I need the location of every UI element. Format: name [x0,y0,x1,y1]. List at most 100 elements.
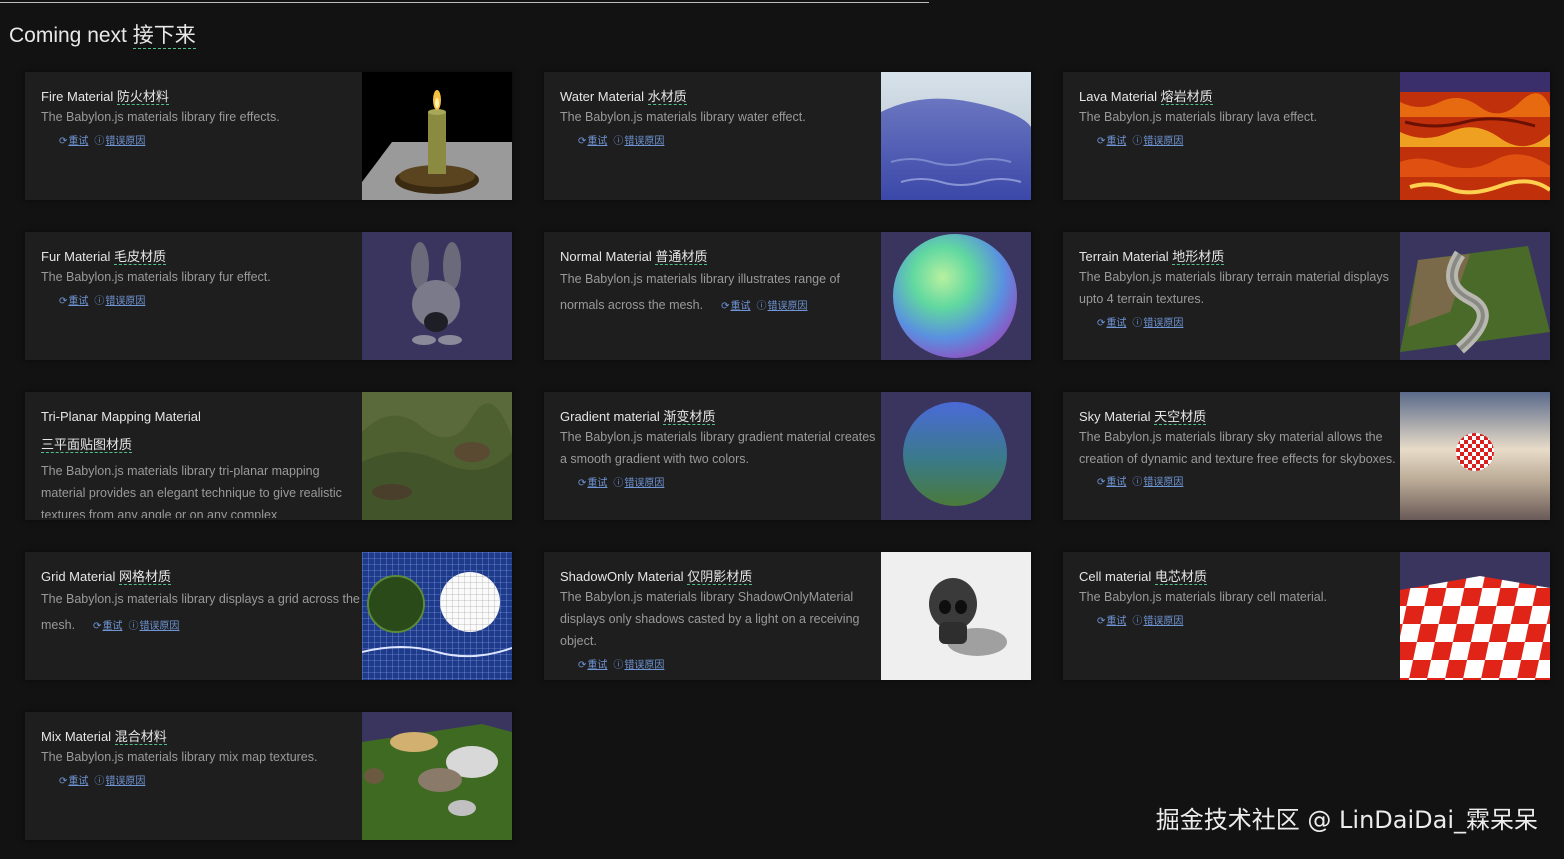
retry-link[interactable]: ⟳重试 [59,776,88,787]
card-title: Fur Material 毛皮材质 [41,248,361,266]
card-text: Tri-Planar Mapping Material 三平面贴图材质 The B… [41,408,361,518]
retry-link[interactable]: ⟳重试 [578,478,607,489]
info-icon: ⓘ [1132,136,1143,147]
card-fire-material[interactable]: Fire Material 防火材料 The Babylon.js materi… [25,72,512,200]
info-icon: ⓘ [94,296,105,307]
retry-link[interactable]: ⟳重试 [1097,136,1126,147]
card-actions: ⟳重试 ⓘ错误原因 [721,294,813,320]
error-reason-link[interactable]: ⓘ错误原因 [613,478,664,489]
refresh-icon: ⟳ [578,660,587,671]
card-description: The Babylon.js materials library fur eff… [41,266,361,313]
card-title: Terrain Material 地形材质 [1079,248,1399,266]
error-reason-link[interactable]: ⓘ错误原因 [613,660,664,671]
card-normal-material[interactable]: Normal Material 普通材质 The Babylon.js mate… [544,232,1031,360]
card-triplanar-material[interactable]: Tri-Planar Mapping Material 三平面贴图材质 The B… [25,392,512,520]
refresh-icon: ⟳ [93,621,102,632]
refresh-icon: ⟳ [59,776,68,787]
error-reason-label: 错误原因 [139,621,180,632]
skull-shadow-thumbnail [881,552,1031,680]
card-title: Lava Material 熔岩材质 [1079,88,1399,106]
info-icon: ⓘ [128,621,139,632]
info-icon: ⓘ [613,660,624,671]
card-text: Grid Material 网格材质 The Babylon.js materi… [41,568,361,678]
refresh-icon: ⟳ [578,478,587,489]
card-title-zh: 渐变材质 [663,409,716,425]
retry-link[interactable]: ⟳重试 [721,301,750,312]
card-description: The Babylon.js materials library terrain… [1079,266,1399,335]
retry-link[interactable]: ⟳重试 [578,660,607,671]
card-title: Mix Material 混合材料 [41,728,361,746]
retry-label: 重试 [587,660,608,671]
card-title-zh: 仅阴影材质 [687,569,753,585]
error-reason-label: 错误原因 [1143,136,1184,147]
card-description-text: The Babylon.js materials library fur eff… [41,270,271,284]
error-reason-link[interactable]: ⓘ错误原因 [1132,136,1183,147]
error-reason-link[interactable]: ⓘ错误原因 [128,621,179,632]
card-title-zh: 网格材质 [119,569,172,585]
card-title-en: Tri-Planar Mapping Material [41,409,201,424]
card-actions: ⟳重试 ⓘ错误原因 [578,473,880,495]
retry-label: 重试 [1106,136,1127,147]
card-title-en: Sky Material [1079,409,1151,424]
card-description-text: The Babylon.js materials library lava ef… [1079,110,1318,124]
card-title-en: Grid Material [41,569,116,584]
card-title-zh: 三平面贴图材质 [41,437,133,453]
water-thumbnail [881,72,1031,200]
card-title-en: Water Material [560,89,645,104]
card-text: Fur Material 毛皮材质 The Babylon.js materia… [41,248,361,358]
card-description: The Babylon.js materials library display… [41,586,361,640]
error-reason-link[interactable]: ⓘ错误原因 [1132,318,1183,329]
retry-link[interactable]: ⟳重试 [1097,616,1126,627]
card-grid-material[interactable]: Grid Material 网格材质 The Babylon.js materi… [25,552,512,680]
card-title-zh: 天空材质 [1154,409,1207,425]
error-reason-link[interactable]: ⓘ错误原因 [1132,477,1183,488]
card-title-zh: 混合材料 [114,729,167,745]
error-reason-link[interactable]: ⓘ错误原因 [94,776,145,787]
retry-link[interactable]: ⟳重试 [578,136,607,147]
error-reason-label: 错误原因 [105,136,146,147]
card-mix-material[interactable]: Mix Material 混合材料 The Babylon.js materia… [25,712,512,840]
card-text: Water Material 水材质 The Babylon.js materi… [560,88,880,198]
card-title-zh: 电芯材质 [1154,569,1207,585]
error-reason-label: 错误原因 [624,478,665,489]
card-title-en: Cell material [1079,569,1152,584]
card-description-text: The Babylon.js materials library ShadowO… [560,590,860,648]
refresh-icon: ⟳ [578,136,587,147]
error-reason-link[interactable]: ⓘ错误原因 [1132,616,1183,627]
card-description-text: The Babylon.js materials library sky mat… [1079,430,1396,466]
retry-label: 重试 [68,296,89,307]
refresh-icon: ⟳ [1097,616,1106,627]
card-lava-material[interactable]: Lava Material 熔岩材质 The Babylon.js materi… [1063,72,1550,200]
retry-link[interactable]: ⟳重试 [59,136,88,147]
card-actions: ⟳重试 ⓘ错误原因 [59,131,361,153]
card-text: ShadowOnly Material 仅阴影材质 The Babylon.js… [560,568,880,678]
card-gradient-material[interactable]: Gradient material 渐变材质 The Babylon.js ma… [544,392,1031,520]
card-title: Water Material 水材质 [560,88,880,106]
card-title-en: Fur Material [41,249,111,264]
retry-link[interactable]: ⟳重试 [1097,477,1126,488]
error-reason-link[interactable]: ⓘ错误原因 [94,136,145,147]
retry-link[interactable]: ⟳重试 [93,621,122,632]
card-water-material[interactable]: Water Material 水材质 The Babylon.js materi… [544,72,1031,200]
info-icon: ⓘ [613,478,624,489]
watermark: 掘金技术社区 @ LinDaiDai_霖呆呆 [1155,806,1538,834]
card-fur-material[interactable]: Fur Material 毛皮材质 The Babylon.js materia… [25,232,512,360]
card-text: Terrain Material 地形材质 The Babylon.js mat… [1079,248,1399,358]
card-title-en: Normal Material [560,249,652,264]
card-actions: ⟳重试 ⓘ错误原因 [1097,131,1399,153]
card-text: Fire Material 防火材料 The Babylon.js materi… [41,88,361,198]
error-reason-link[interactable]: ⓘ错误原因 [613,136,664,147]
error-reason-link[interactable]: ⓘ错误原因 [94,296,145,307]
error-reason-label: 错误原因 [105,296,146,307]
error-reason-label: 错误原因 [105,776,146,787]
card-sky-material[interactable]: Sky Material 天空材质 The Babylon.js materia… [1063,392,1550,520]
card-terrain-material[interactable]: Terrain Material 地形材质 The Babylon.js mat… [1063,232,1550,360]
refresh-icon: ⟳ [59,296,68,307]
error-reason-link[interactable]: ⓘ错误原因 [757,301,808,312]
retry-link[interactable]: ⟳重试 [1097,318,1126,329]
card-description: The Babylon.js materials library lava ef… [1079,106,1399,153]
retry-link[interactable]: ⟳重试 [59,296,88,307]
card-shadowonly-material[interactable]: ShadowOnly Material 仅阴影材质 The Babylon.js… [544,552,1031,680]
card-cell-material[interactable]: Cell material 电芯材质 The Babylon.js materi… [1063,552,1550,680]
refresh-icon: ⟳ [1097,477,1106,488]
